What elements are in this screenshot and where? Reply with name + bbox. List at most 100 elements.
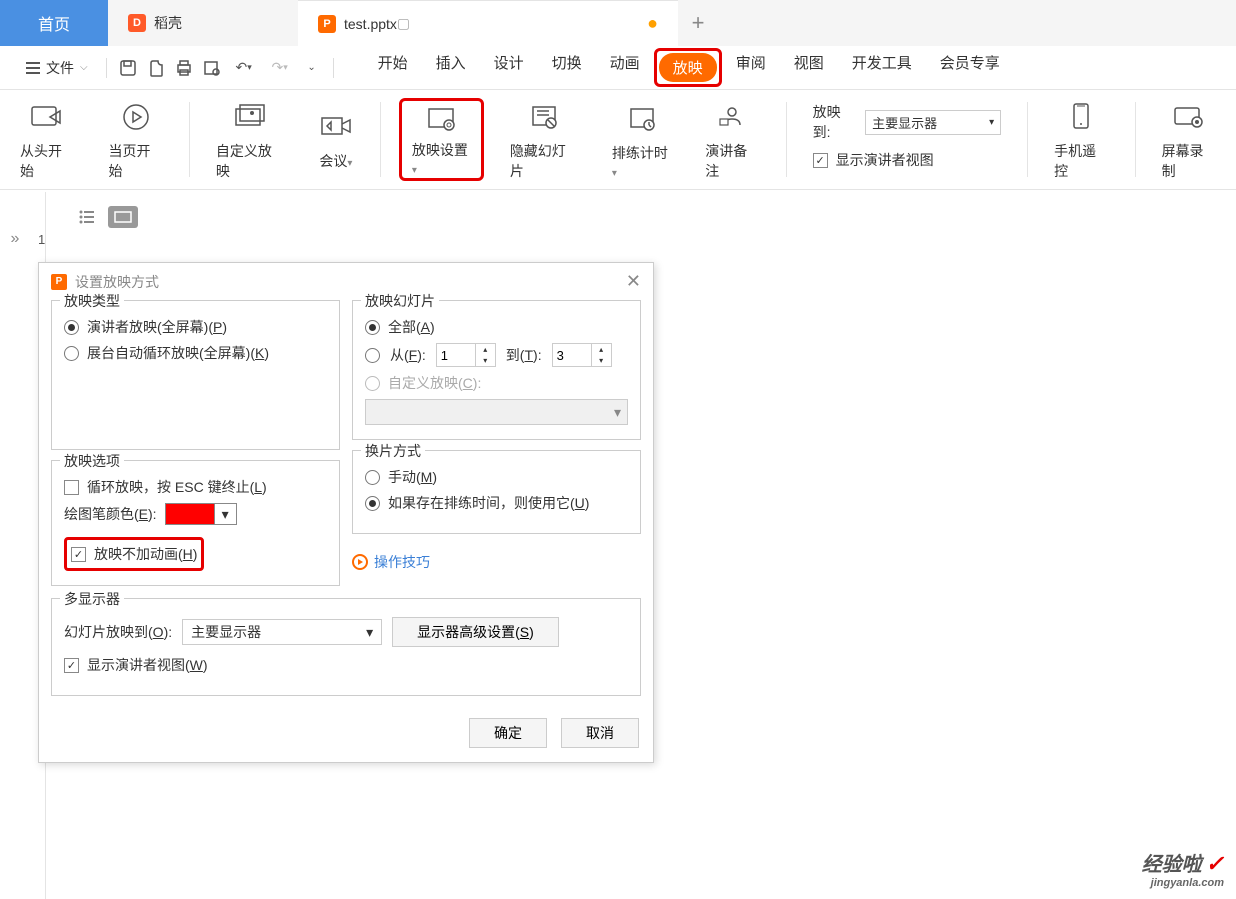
tab-shell[interactable]: D 稻壳 <box>108 0 298 46</box>
more-icon[interactable]: ⌄ <box>301 57 323 79</box>
show-type-fieldset: 放映类型 演讲者放映(全屏幕)(P) 展台自动循环放映(全屏幕)(K) <box>51 300 340 450</box>
ribbon-current[interactable]: 当页开始 <box>100 98 170 181</box>
export-icon[interactable] <box>145 57 167 79</box>
label: 从头开始 <box>20 141 74 181</box>
tab-insert[interactable]: 插入 <box>422 48 480 87</box>
highlight-frame: 放映不加动画(H) <box>64 537 204 571</box>
label: 会议▾ <box>319 151 352 171</box>
watermark-url: jingyanla.com <box>1142 877 1224 889</box>
ribbon-from-start[interactable]: 从头开始 <box>12 98 82 181</box>
output-to-label: 幻灯片放映到(O): <box>64 622 172 642</box>
tab-home[interactable]: 首页 <box>0 0 108 46</box>
radio-kiosk[interactable] <box>64 346 79 361</box>
from-spinner[interactable]: ▴▾ <box>436 343 496 367</box>
tab-new[interactable]: + <box>678 0 718 46</box>
chevron-down-icon: ▾ <box>366 624 373 641</box>
tab-doc-label: test.pptx <box>344 16 397 32</box>
tab-animation[interactable]: 动画 <box>596 48 654 87</box>
ribbon: 从头开始 当页开始 自定义放映 会议▾ 放映设置▾ 隐藏幻灯片 排练计时▾ 演讲… <box>0 90 1236 190</box>
ribbon-rehearse[interactable]: 排练计时▾ <box>604 98 679 181</box>
file-label: 文件 <box>46 58 74 78</box>
file-menu[interactable]: 文件 ⌵ <box>18 58 96 78</box>
outline-view-button[interactable] <box>72 206 102 228</box>
label: 放映设置▾ <box>412 140 471 176</box>
cancel-button[interactable]: 取消 <box>561 718 639 748</box>
undo-icon[interactable]: ↶ ▾ <box>229 57 259 79</box>
ok-button[interactable]: 确定 <box>469 718 547 748</box>
tips-link[interactable]: 操作技巧 <box>352 552 641 572</box>
separator <box>1135 102 1136 177</box>
checkbox-loop[interactable] <box>64 480 79 495</box>
separator <box>786 102 787 177</box>
label: 排练计时▾ <box>612 143 671 179</box>
pen-color-picker[interactable]: ▾ <box>165 503 237 525</box>
redo-icon[interactable]: ↷ ▾ <box>265 57 295 79</box>
ribbon-monitor-group: 放映到: 主要显示器▾ 显示演讲者视图 <box>805 98 1010 181</box>
presenter-view-checkbox[interactable] <box>813 153 828 168</box>
tips-label: 操作技巧 <box>374 552 430 572</box>
label: 隐藏幻灯片 <box>510 141 578 181</box>
tab-review[interactable]: 审阅 <box>722 48 780 87</box>
collapse-panel[interactable]: » <box>0 190 30 899</box>
phone-icon <box>1063 99 1099 135</box>
radio-all[interactable] <box>365 320 380 335</box>
tab-slideshow[interactable]: 放映 <box>659 53 717 82</box>
label: 手机遥控 <box>1054 141 1108 181</box>
separator <box>1027 102 1028 177</box>
tab-home-label: 首页 <box>38 11 70 35</box>
pen-color-label: 绘图笔颜色(E): <box>64 504 157 524</box>
title-tabs: 首页 D 稻壳 P test.pptx ▢ ● + <box>0 0 1236 46</box>
notes-icon <box>714 99 750 135</box>
radio-all-label: 全部(A) <box>388 317 435 337</box>
hide-slide-icon <box>526 99 562 135</box>
separator <box>380 102 381 177</box>
radio-timings[interactable] <box>365 496 380 511</box>
radio-from[interactable] <box>365 348 380 363</box>
chevron-down-icon: ⌵ <box>80 62 88 73</box>
to-spinner[interactable]: ▴▾ <box>552 343 612 367</box>
advanced-settings-button[interactable]: 显示器高级设置(S) <box>392 617 559 647</box>
legend: 多显示器 <box>60 589 124 609</box>
ribbon-record[interactable]: 屏幕录制 <box>1154 98 1224 181</box>
ribbon-notes[interactable]: 演讲备注 <box>697 98 767 181</box>
ribbon-hide[interactable]: 隐藏幻灯片 <box>502 98 586 181</box>
slide-num-1[interactable]: 1 <box>38 232 45 247</box>
radio-presenter-label: 演讲者放映(全屏幕)(P) <box>87 317 227 337</box>
tab-member[interactable]: 会员专享 <box>926 48 1014 87</box>
tab-document[interactable]: P test.pptx ▢ ● <box>298 0 678 46</box>
chevron-down-icon[interactable]: ▾ <box>215 503 237 525</box>
checkbox-no-animation[interactable] <box>71 547 86 562</box>
print-icon[interactable] <box>173 57 195 79</box>
play-icon <box>352 554 368 570</box>
ribbon-meeting[interactable]: 会议▾ <box>310 98 362 181</box>
label: 自定义放映 <box>216 141 284 181</box>
preview-icon[interactable] <box>201 57 223 79</box>
tab-design[interactable]: 设计 <box>480 48 538 87</box>
ribbon-settings[interactable]: 放映设置▾ <box>404 103 479 176</box>
unsaved-indicator: ● <box>647 13 658 34</box>
tab-view[interactable]: 视图 <box>780 48 838 87</box>
color-swatch <box>165 503 215 525</box>
radio-presenter[interactable] <box>64 320 79 335</box>
display-mode-icon[interactable]: ▢ <box>397 15 410 32</box>
play-current-icon <box>118 99 154 135</box>
label: 当页开始 <box>108 141 162 181</box>
ribbon-tabs: 开始 插入 设计 切换 动画 放映 审阅 视图 开发工具 会员专享 <box>364 48 1014 87</box>
highlight-frame: 放映 <box>654 48 722 87</box>
monitor-select[interactable]: 主要显示器▾ <box>182 619 382 645</box>
tab-transition[interactable]: 切换 <box>538 48 596 87</box>
radio-manual[interactable] <box>365 470 380 485</box>
save-icon[interactable] <box>117 57 139 79</box>
checkbox-presenter-view[interactable] <box>64 658 79 673</box>
checkbox-presenter-view-label: 显示演讲者视图(W) <box>87 655 208 675</box>
radio-kiosk-label: 展台自动循环放映(全屏幕)(K) <box>87 343 269 363</box>
ppt-icon: P <box>51 274 67 290</box>
ribbon-phone[interactable]: 手机遥控 <box>1046 98 1116 181</box>
monitor-select[interactable]: 主要显示器▾ <box>865 110 1001 135</box>
thumbnail-view-button[interactable] <box>108 206 138 228</box>
tab-developer[interactable]: 开发工具 <box>838 48 926 87</box>
tab-start[interactable]: 开始 <box>364 48 422 87</box>
ribbon-custom[interactable]: 自定义放映 <box>208 98 292 181</box>
close-icon[interactable]: ✕ <box>626 271 641 292</box>
separator <box>106 58 107 78</box>
